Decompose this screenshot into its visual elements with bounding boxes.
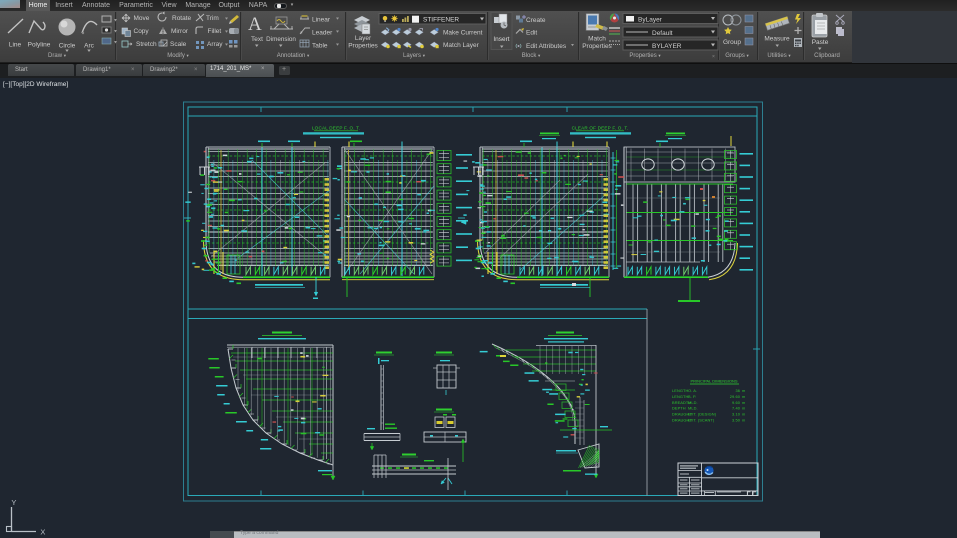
svg-text:Scale: Scale bbox=[170, 41, 187, 48]
svg-text:Edit: Edit bbox=[526, 30, 537, 37]
svg-text:A: A bbox=[248, 14, 262, 35]
svg-text:Mirror: Mirror bbox=[171, 28, 189, 35]
svg-text:3.10: 3.10 bbox=[732, 412, 741, 417]
svg-text:Edit Attributes: Edit Attributes bbox=[526, 43, 567, 50]
svg-text:Trim: Trim bbox=[206, 15, 219, 22]
svg-text:×: × bbox=[712, 54, 715, 60]
svg-text:m: m bbox=[742, 406, 745, 411]
svg-text:Properties: Properties bbox=[348, 43, 378, 50]
svg-text:Circle: Circle bbox=[59, 43, 76, 50]
svg-text:BYLAYER: BYLAYER bbox=[652, 43, 682, 50]
svg-text:Stretch: Stretch bbox=[136, 41, 157, 48]
svg-text:LENGTH: LENGTH bbox=[672, 394, 688, 399]
svg-text:Match Layer: Match Layer bbox=[443, 42, 480, 49]
svg-text:B. P.: B. P. bbox=[688, 394, 696, 399]
svg-text:29.60: 29.60 bbox=[730, 394, 741, 399]
svg-text:EXT. (SCANT): EXT. (SCANT) bbox=[688, 418, 715, 423]
svg-text:EXT. (DESIGN): EXT. (DESIGN) bbox=[688, 412, 717, 417]
svg-text:Linear: Linear bbox=[312, 17, 331, 24]
svg-text:Table: Table bbox=[312, 43, 328, 50]
svg-text:LOCAL DEEP F. O. T.: LOCAL DEEP F. O. T. bbox=[312, 126, 360, 131]
svg-text:Move: Move bbox=[134, 15, 150, 22]
svg-text:Dimension: Dimension bbox=[266, 36, 296, 43]
svg-text:Measure: Measure bbox=[764, 36, 790, 43]
svg-text:Default: Default bbox=[652, 30, 673, 37]
svg-text:ByLayer: ByLayer bbox=[638, 17, 663, 24]
svg-text:Leader: Leader bbox=[312, 30, 333, 37]
svg-text:m: m bbox=[742, 394, 745, 399]
svg-text:9.60: 9.60 bbox=[732, 400, 741, 405]
svg-text:7.40: 7.40 bbox=[732, 406, 741, 411]
svg-text:Polyline: Polyline bbox=[28, 42, 51, 49]
svg-text:Match: Match bbox=[588, 36, 606, 43]
svg-text:X: X bbox=[40, 528, 45, 537]
svg-text:CLEAR OF DEEP F. O. T.: CLEAR OF DEEP F. O. T. bbox=[572, 126, 629, 131]
svg-text:Layer: Layer bbox=[355, 35, 372, 42]
svg-text:36: 36 bbox=[735, 388, 740, 393]
svg-text:Line: Line bbox=[9, 42, 22, 49]
svg-text:Properties: Properties bbox=[582, 43, 612, 50]
svg-text:Paste: Paste bbox=[812, 39, 829, 46]
svg-text:LENGTH: LENGTH bbox=[672, 388, 688, 393]
svg-text:Fillet: Fillet bbox=[208, 28, 222, 35]
svg-text:3.50: 3.50 bbox=[732, 418, 741, 423]
svg-text:m: m bbox=[742, 388, 745, 393]
svg-text:Array: Array bbox=[207, 41, 223, 48]
svg-text:m: m bbox=[742, 412, 745, 417]
svg-text:MLD.: MLD. bbox=[688, 400, 698, 405]
svg-text:Arc: Arc bbox=[84, 43, 95, 50]
svg-text:Y: Y bbox=[11, 498, 16, 507]
svg-text:PRINCIPAL DIMENSIONS: PRINCIPAL DIMENSIONS bbox=[690, 379, 737, 384]
svg-text:Make Current: Make Current bbox=[443, 30, 483, 37]
svg-text:STIFFENER: STIFFENER bbox=[423, 16, 459, 23]
svg-text:Create: Create bbox=[526, 17, 546, 24]
svg-text:Insert: Insert bbox=[493, 36, 509, 43]
svg-text:MLD.: MLD. bbox=[688, 406, 698, 411]
svg-text:Text: Text bbox=[251, 36, 263, 43]
svg-text:Copy: Copy bbox=[134, 28, 150, 35]
svg-text:O. A.: O. A. bbox=[688, 388, 697, 393]
svg-text:DEPTH: DEPTH bbox=[672, 406, 686, 411]
svg-text:m: m bbox=[742, 400, 745, 405]
svg-text:Group: Group bbox=[723, 39, 741, 46]
svg-text:Rotate: Rotate bbox=[172, 15, 192, 22]
svg-text:m: m bbox=[742, 418, 745, 423]
